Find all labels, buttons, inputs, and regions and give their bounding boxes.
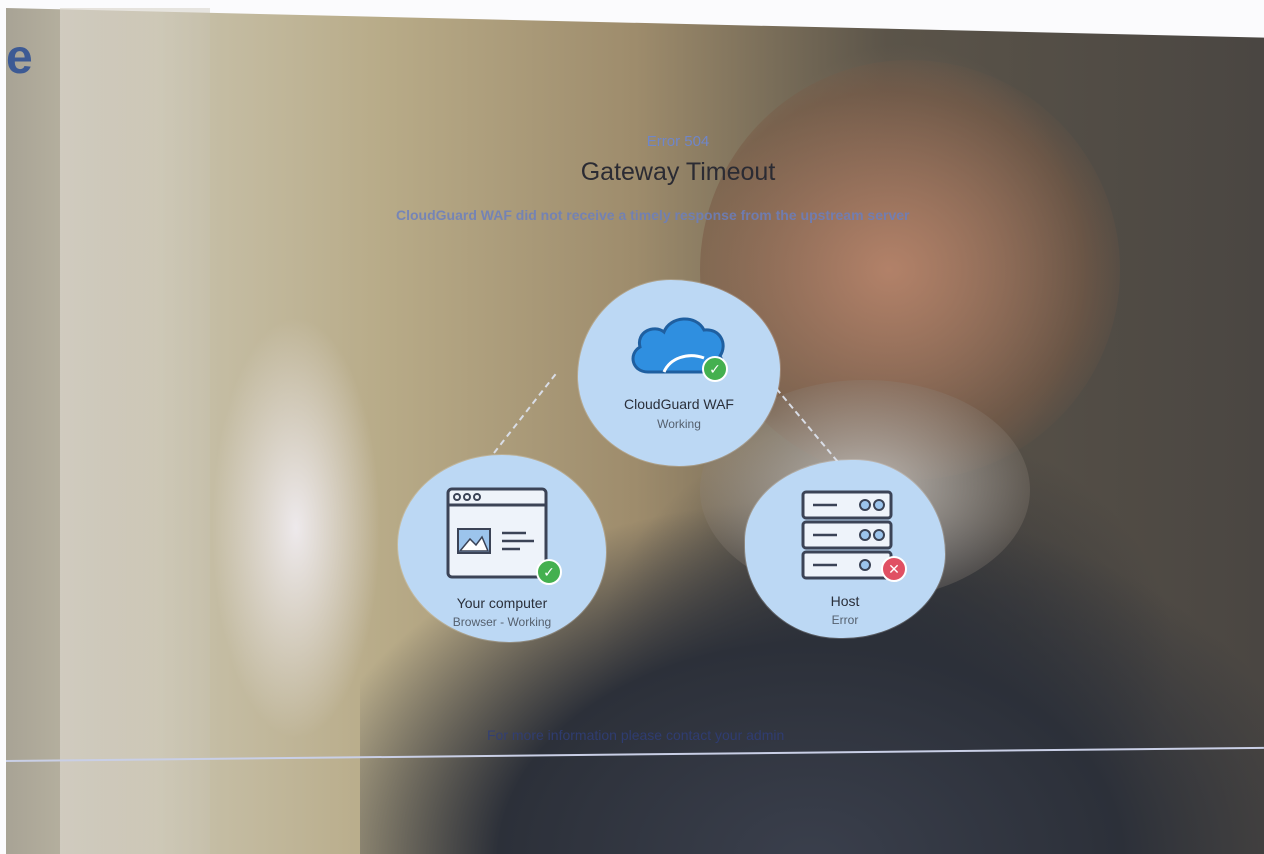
footer-help-text: For more information please contact your… <box>487 727 785 743</box>
cropped-logo-text: e <box>6 31 33 84</box>
host-node-label: Host <box>830 593 860 609</box>
check-icon: ✓ <box>536 559 562 585</box>
check-icon: ✓ <box>702 356 728 382</box>
host-node-status: Error <box>831 613 859 627</box>
error-description: CloudGuard WAF did not receive a timely … <box>396 207 910 223</box>
computer-node-status: Browser - Working <box>452 615 552 629</box>
waf-node-status: Working <box>657 417 701 431</box>
waf-node-label: CloudGuard WAF <box>624 396 734 412</box>
error-code: Error 504 <box>646 133 710 150</box>
browser-window-icon <box>446 487 548 579</box>
host-node: ✕ Host Error <box>745 460 945 638</box>
page-title: Gateway Timeout <box>580 158 776 186</box>
computer-node-label: Your computer <box>456 595 548 611</box>
waf-node: ✓ CloudGuard WAF Working <box>578 280 780 466</box>
error-x-icon: ✕ <box>881 556 907 582</box>
